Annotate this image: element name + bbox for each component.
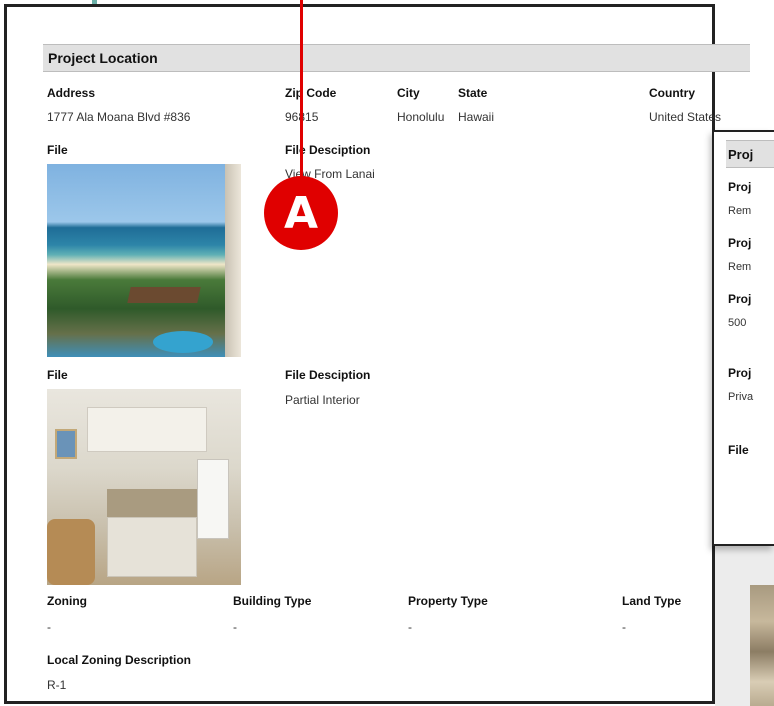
photo-counter — [107, 489, 197, 517]
callout-letter: A — [283, 187, 319, 239]
callout-pointer-line — [300, 0, 303, 178]
file-description-label: File Desciption — [285, 368, 371, 382]
file-description-label: File Desciption — [285, 143, 371, 157]
zoning-header: Zoning — [47, 594, 87, 608]
state-header: State — [458, 86, 488, 100]
country-value: United States — [649, 110, 722, 124]
side-file-label: File — [728, 443, 749, 457]
side-field-label: Proj — [728, 180, 752, 194]
side-section-title: Proj — [728, 147, 754, 162]
background-photo — [750, 585, 774, 706]
photo-cabinets — [87, 407, 207, 452]
photo-roof — [127, 287, 201, 303]
photo-wall — [225, 164, 241, 357]
section-title: Project Location — [48, 50, 158, 66]
side-field-label: Proj — [728, 366, 752, 380]
land-type-value: - — [622, 620, 626, 634]
callout-marker: A — [264, 176, 338, 250]
side-field-label: Proj — [728, 236, 752, 250]
city-value: Honolulu — [397, 110, 445, 124]
zip-header: Zip Code — [285, 86, 337, 100]
zoning-value: - — [47, 620, 51, 634]
photo-fridge — [197, 459, 229, 539]
address-value: 1777 Ala Moana Blvd #836 — [47, 110, 191, 124]
photo-island — [107, 517, 197, 577]
side-field-label: Proj — [728, 292, 752, 306]
address-header: Address — [47, 86, 96, 100]
side-field-value: Rem — [728, 205, 752, 217]
side-field-value: Rem — [728, 261, 752, 273]
state-value: Hawaii — [458, 110, 495, 124]
side-field-value: 500 — [728, 317, 747, 329]
local-zoning-value: R-1 — [47, 678, 67, 692]
property-type-header: Property Type — [408, 594, 488, 608]
city-header: City — [397, 86, 420, 100]
side-field-value: Priva — [728, 391, 754, 403]
property-type-value: - — [408, 620, 412, 634]
file-label: File — [47, 143, 68, 157]
building-type-header: Building Type — [233, 594, 312, 608]
beach-view-photo[interactable] — [47, 164, 241, 357]
local-zoning-label: Local Zoning Description — [47, 653, 192, 667]
overlapping-project-document: Proj Proj Rem Proj Rem Proj 500 Proj Pri… — [712, 130, 774, 546]
file-description-value: Partial Interior — [285, 393, 360, 407]
building-type-value: - — [233, 620, 237, 634]
photo-pool — [153, 331, 213, 353]
land-type-header: Land Type — [622, 594, 682, 608]
kitchen-interior-photo[interactable] — [47, 389, 241, 585]
file-label: File — [47, 368, 68, 382]
photo-chair — [47, 519, 95, 585]
country-header: Country — [649, 86, 695, 100]
photo-wall-art — [55, 429, 77, 459]
